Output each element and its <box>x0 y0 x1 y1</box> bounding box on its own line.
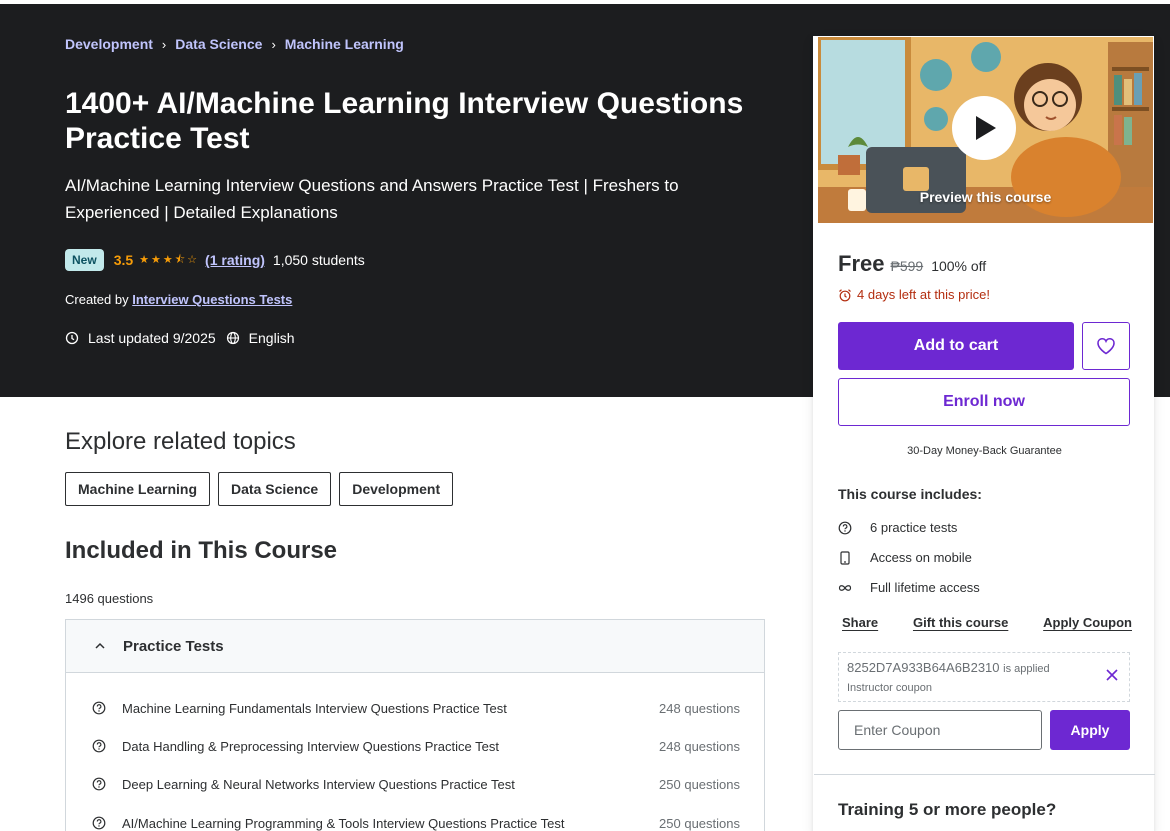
divider <box>814 774 1155 775</box>
created-by-label: Created by <box>65 292 129 307</box>
mobile-phone-icon <box>838 550 852 565</box>
include-text: Full lifetime access <box>870 580 980 595</box>
topic-chip-development[interactable]: Development <box>339 472 454 506</box>
practice-test-count: 250 questions <box>659 815 740 831</box>
coupon-input[interactable] <box>838 710 1042 750</box>
remove-coupon-close-icon[interactable] <box>1105 668 1119 682</box>
current-price: Free <box>838 251 885 276</box>
globe-icon <box>226 331 239 345</box>
practice-test-name: AI/Machine Learning Programming & Tools … <box>122 815 565 831</box>
breadcrumb-machine-learning[interactable]: Machine Learning <box>285 36 404 52</box>
include-text: Access on mobile <box>870 550 972 565</box>
alert-clock-icon <box>65 331 79 345</box>
question-circle-icon <box>92 701 106 715</box>
price-deadline: 4 days left at this price! <box>838 287 990 302</box>
practice-tests-accordion: Practice Tests Machine Learning Fundamen… <box>65 619 765 831</box>
course-title: 1400+ AI/Machine Learning Interview Ques… <box>65 87 744 155</box>
topic-chip-data-science[interactable]: Data Science <box>218 472 332 506</box>
apply-coupon-link[interactable]: Apply Coupon <box>1043 615 1132 630</box>
practice-test-count: 250 questions <box>659 776 740 792</box>
original-price: ₱599 <box>890 258 924 274</box>
last-updated: Last updated 9/2025 <box>88 330 216 346</box>
topic-chips: Machine Learning Data Science Developmen… <box>65 472 461 506</box>
rating-row: New 3.5 ★★★⯪☆ (1 rating) 1,050 students <box>65 249 365 271</box>
share-link[interactable]: Share <box>842 615 878 630</box>
chevron-right-icon: › <box>161 36 167 52</box>
apply-coupon-button[interactable]: Apply <box>1050 710 1130 750</box>
preview-label: Preview this course <box>919 189 1052 205</box>
topic-chip-machine-learning[interactable]: Machine Learning <box>65 472 211 506</box>
created-by-row: Created by Interview Questions Tests <box>65 292 292 307</box>
practice-test-row[interactable]: Data Handling & Preprocessing Interview … <box>66 727 764 765</box>
enroll-now-button[interactable]: Enroll now <box>838 378 1130 426</box>
course-preview-video[interactable]: Preview this course <box>818 37 1153 223</box>
coupon-type: Instructor coupon <box>847 682 932 694</box>
applied-coupon-box: 8252D7A933B64A6B2310 is applied Instruct… <box>838 652 1130 702</box>
course-subtitle: AI/Machine Learning Interview Questions … <box>65 176 679 222</box>
purchase-sidebar: Preview this course Free ₱599 100% off 4… <box>813 36 1155 831</box>
coupon-code: 8252D7A933B64A6B2310 <box>847 660 1000 675</box>
coupon-applied-suffix: is applied <box>1003 663 1050 675</box>
question-count: 1496 questions <box>65 591 154 606</box>
chevron-up-icon <box>94 639 108 653</box>
breadcrumb-development[interactable]: Development <box>65 36 153 52</box>
wishlist-button[interactable] <box>1082 322 1130 370</box>
new-badge: New <box>65 249 104 271</box>
question-circle-icon <box>92 777 106 791</box>
practice-test-name: Machine Learning Fundamentals Interview … <box>122 700 507 716</box>
accordion-title: Practice Tests <box>123 637 224 655</box>
money-back-guarantee: 30-Day Money-Back Guarantee <box>907 445 1062 457</box>
course-language: English <box>248 330 295 346</box>
practice-test-name: Deep Learning & Neural Networks Intervie… <box>122 776 515 792</box>
breadcrumb: Development › Data Science › Machine Lea… <box>65 36 404 52</box>
practice-test-count: 248 questions <box>659 700 740 716</box>
gift-course-link[interactable]: Gift this course <box>913 615 1008 630</box>
accordion-header[interactable]: Practice Tests <box>66 620 764 673</box>
applied-coupon-line: 8252D7A933B64A6B2310 is applied <box>847 660 1050 675</box>
star-rating-icon: ★★★⯪☆ <box>139 253 200 266</box>
question-circle-icon <box>92 739 106 753</box>
training-heading: Training 5 or more people? <box>838 800 1057 819</box>
question-circle-icon <box>92 816 106 830</box>
include-lifetime-access: Full lifetime access <box>838 580 980 595</box>
includes-heading: This course includes: <box>838 486 982 502</box>
included-heading: Included in This Course <box>65 537 338 564</box>
discount-percent: 100% off <box>931 258 987 274</box>
course-meta-row: Last updated 9/2025 English <box>65 330 295 346</box>
price-row: Free ₱599 100% off <box>838 251 986 277</box>
practice-test-row[interactable]: Deep Learning & Neural Networks Intervie… <box>66 765 764 803</box>
practice-test-name: Data Handling & Preprocessing Interview … <box>122 738 499 754</box>
include-text: 6 practice tests <box>870 520 958 535</box>
heart-icon <box>1097 337 1115 355</box>
author-link[interactable]: Interview Questions Tests <box>132 292 292 307</box>
include-mobile-access: Access on mobile <box>838 550 972 565</box>
rating-count-link[interactable]: (1 rating) <box>205 252 265 268</box>
rating-value: 3.5 <box>113 252 134 268</box>
student-count: 1,050 students <box>272 252 365 268</box>
explore-topics-heading: Explore related topics <box>65 428 296 455</box>
chevron-right-icon: › <box>271 36 276 52</box>
practice-test-row[interactable]: AI/Machine Learning Programming & Tools … <box>66 804 764 831</box>
practice-test-row[interactable]: Machine Learning Fundamentals Interview … <box>66 689 764 727</box>
include-practice-tests: 6 practice tests <box>838 520 957 535</box>
deadline-text: 4 days left at this price! <box>857 287 990 302</box>
practice-test-count: 248 questions <box>659 738 740 754</box>
sidebar-actions: Share Gift this course Apply Coupon <box>842 615 1132 630</box>
add-to-cart-button[interactable]: Add to cart <box>838 322 1074 370</box>
infinity-icon <box>838 581 852 595</box>
question-circle-icon <box>838 521 852 535</box>
breadcrumb-data-science[interactable]: Data Science <box>175 36 262 52</box>
alarm-clock-icon <box>839 288 851 301</box>
